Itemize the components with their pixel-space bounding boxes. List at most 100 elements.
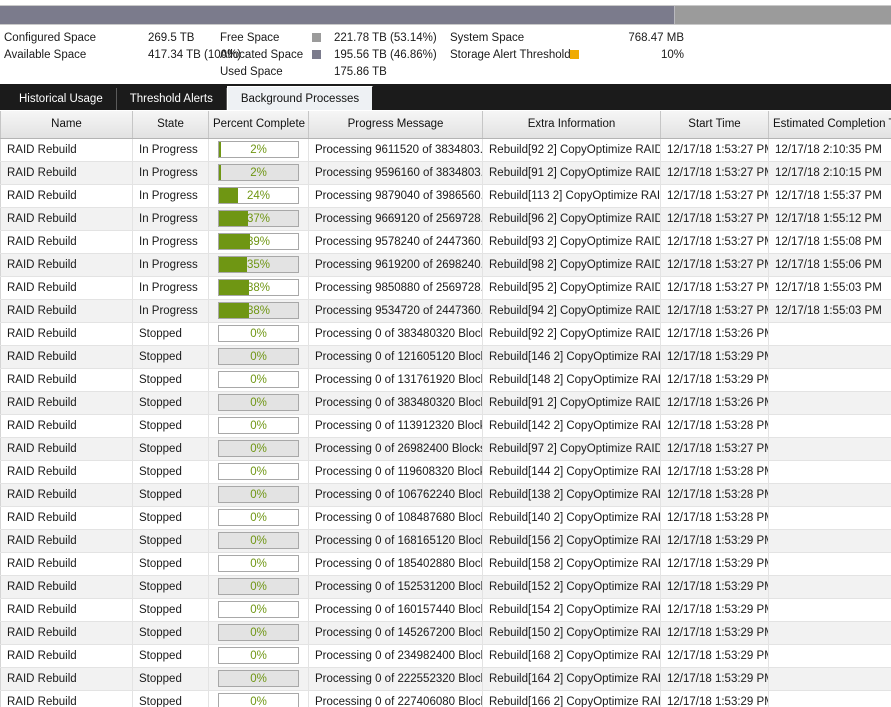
table-row[interactable]: RAID Rebuild Stopped 0% Processing 0 of 113… [0, 414, 891, 438]
cell-progress-message: Processing 0 of 121605120 Blocks [308, 345, 483, 369]
cell-extra-information: Rebuild[140 2] CopyOptimize RAI... [482, 506, 661, 530]
color-swatch-icon [312, 33, 321, 42]
progress-bar-label: 39% [246, 236, 271, 248]
column-header-estimated-completion-tim[interactable]: Estimated Completion Tim [768, 111, 891, 139]
progress-bar-label: 0% [250, 397, 267, 409]
cell-estimated-completion-time [768, 644, 891, 668]
progress-bar-label: 0% [250, 558, 267, 570]
cell-start-time: 12/17/18 1:53:27 PM [660, 161, 769, 185]
cell-percent-complete: 0% [208, 529, 309, 553]
table-header: Name State Percent Complete Progress Messag… [0, 111, 891, 139]
table-row[interactable]: RAID Rebuild Stopped 0% Processing 0 of 269… [0, 437, 891, 461]
summary-label: Allocated Space [220, 49, 304, 61]
cell-progress-message: Processing 0 of 152531200 Blocks [308, 575, 483, 599]
table-row[interactable]: RAID Rebuild Stopped 0% Processing 0 of 145… [0, 621, 891, 645]
progress-bar: 0% [218, 509, 299, 526]
background-processes-table: Name State Percent Complete Progress Messag… [0, 111, 891, 707]
table-row[interactable]: RAID Rebuild Stopped 0% Processing 0 of 227… [0, 690, 891, 707]
progress-bar-label: 0% [250, 420, 267, 432]
column-header-percent-complete[interactable]: Percent Complete [208, 111, 309, 139]
table-row[interactable]: RAID Rebuild In Progress 2% Processing 9611… [0, 138, 891, 162]
column-header-extra-information[interactable]: Extra Information [482, 111, 661, 139]
table-row[interactable]: RAID Rebuild Stopped 0% Processing 0 of 383… [0, 322, 891, 346]
table-row[interactable]: RAID Rebuild In Progress 35% Processing 961… [0, 253, 891, 277]
summary-swatch-slot [312, 47, 334, 64]
table-row[interactable]: RAID Rebuild In Progress 2% Processing 9596… [0, 161, 891, 185]
summary-column-space: Free Space 221.78 TB (53.14%) Allocated Sp… [220, 30, 445, 81]
cell-progress-message: Processing 9850880 of 2569728... [308, 276, 483, 300]
table-row[interactable]: RAID Rebuild Stopped 0% Processing 0 of 168… [0, 529, 891, 553]
cell-estimated-completion-time [768, 690, 891, 707]
cell-progress-message: Processing 0 of 119608320 Blocks [308, 460, 483, 484]
table-row[interactable]: RAID Rebuild Stopped 0% Processing 0 of 108… [0, 506, 891, 530]
progress-bar-label: 0% [250, 351, 267, 363]
table-row[interactable]: RAID Rebuild Stopped 0% Processing 0 of 121… [0, 345, 891, 369]
progress-bar: 39% [218, 233, 299, 250]
cell-name: RAID Rebuild [0, 598, 133, 622]
cell-estimated-completion-time [768, 460, 891, 484]
progress-bar: 0% [218, 601, 299, 618]
table-row[interactable]: RAID Rebuild In Progress 38% Processing 953… [0, 299, 891, 323]
table-row[interactable]: RAID Rebuild Stopped 0% Processing 0 of 222… [0, 667, 891, 691]
table-row[interactable]: RAID Rebuild In Progress 24% Processing 987… [0, 184, 891, 208]
cell-name: RAID Rebuild [0, 690, 133, 707]
cell-start-time: 12/17/18 1:53:26 PM [660, 391, 769, 415]
cell-state: Stopped [132, 322, 209, 346]
progress-bar: 0% [218, 532, 299, 549]
summary-column-system: System Space 768.47 MB Storage Alert Thres… [450, 30, 690, 64]
cell-progress-message: Processing 9578240 of 2447360... [308, 230, 483, 254]
column-header-name[interactable]: Name [0, 111, 133, 139]
cell-progress-message: Processing 9596160 of 3834803... [308, 161, 483, 185]
cell-start-time: 12/17/18 1:53:29 PM [660, 667, 769, 691]
cell-state: Stopped [132, 506, 209, 530]
table-row[interactable]: RAID Rebuild Stopped 0% Processing 0 of 152… [0, 575, 891, 599]
column-header-start-time[interactable]: Start Time [660, 111, 769, 139]
tab-historical-usage[interactable]: Historical Usage [6, 88, 117, 110]
cell-extra-information: Rebuild[166 2] CopyOptimize RAI... [482, 690, 661, 707]
progress-bar-label: 0% [250, 535, 267, 547]
table-row[interactable]: RAID Rebuild Stopped 0% Processing 0 of 131… [0, 368, 891, 392]
table-row[interactable]: RAID Rebuild In Progress 37% Processing 966… [0, 207, 891, 231]
table-row[interactable]: RAID Rebuild Stopped 0% Processing 0 of 234… [0, 644, 891, 668]
cell-percent-complete: 39% [208, 230, 309, 254]
progress-bar-label: 38% [246, 282, 271, 294]
progress-bar-label: 0% [250, 466, 267, 478]
progress-bar-label: 0% [250, 604, 267, 616]
cell-name: RAID Rebuild [0, 230, 133, 254]
table-row[interactable]: RAID Rebuild Stopped 0% Processing 0 of 106… [0, 483, 891, 507]
table-row[interactable]: RAID Rebuild Stopped 0% Processing 0 of 119… [0, 460, 891, 484]
column-header-progress-message[interactable]: Progress Message [308, 111, 483, 139]
summary-swatch-slot [312, 30, 334, 47]
cell-state: Stopped [132, 414, 209, 438]
cell-start-time: 12/17/18 1:53:29 PM [660, 552, 769, 576]
cell-percent-complete: 38% [208, 276, 309, 300]
table-row[interactable]: RAID Rebuild Stopped 0% Processing 0 of 185… [0, 552, 891, 576]
color-swatch-icon [570, 50, 579, 59]
progress-bar-label: 0% [250, 512, 267, 524]
cell-name: RAID Rebuild [0, 414, 133, 438]
summary-row: Used Space 175.86 TB [220, 64, 445, 81]
table-row[interactable]: RAID Rebuild Stopped 0% Processing 0 of 160… [0, 598, 891, 622]
cell-percent-complete: 0% [208, 391, 309, 415]
cell-start-time: 12/17/18 1:53:29 PM [660, 621, 769, 645]
table-row[interactable]: RAID Rebuild In Progress 38% Processing 985… [0, 276, 891, 300]
summary-row: System Space 768.47 MB [450, 30, 690, 47]
background-processes-table-container[interactable]: Name State Percent Complete Progress Messag… [0, 110, 891, 707]
cell-estimated-completion-time [768, 621, 891, 645]
cell-progress-message: Processing 0 of 222552320 Blocks [308, 667, 483, 691]
table-row[interactable]: RAID Rebuild In Progress 39% Processing 957… [0, 230, 891, 254]
cell-estimated-completion-time [768, 368, 891, 392]
tab-threshold-alerts[interactable]: Threshold Alerts [116, 88, 227, 110]
column-header-state[interactable]: State [132, 111, 209, 139]
progress-bar-label: 2% [250, 167, 267, 179]
progress-bar-label: 0% [250, 489, 267, 501]
cell-name: RAID Rebuild [0, 552, 133, 576]
summary-row: Free Space 221.78 TB (53.14%) [220, 30, 445, 47]
progress-bar-label: 0% [250, 696, 267, 707]
table-row[interactable]: RAID Rebuild Stopped 0% Processing 0 of 383… [0, 391, 891, 415]
progress-bar: 2% [218, 141, 299, 158]
summary-value: 417.34 TB (100%) [148, 49, 242, 61]
tab-background-processes[interactable]: Background Processes [226, 86, 374, 110]
cell-extra-information: Rebuild[156 2] CopyOptimize RAI... [482, 529, 661, 553]
cell-progress-message: Processing 0 of 185402880 Blocks [308, 552, 483, 576]
